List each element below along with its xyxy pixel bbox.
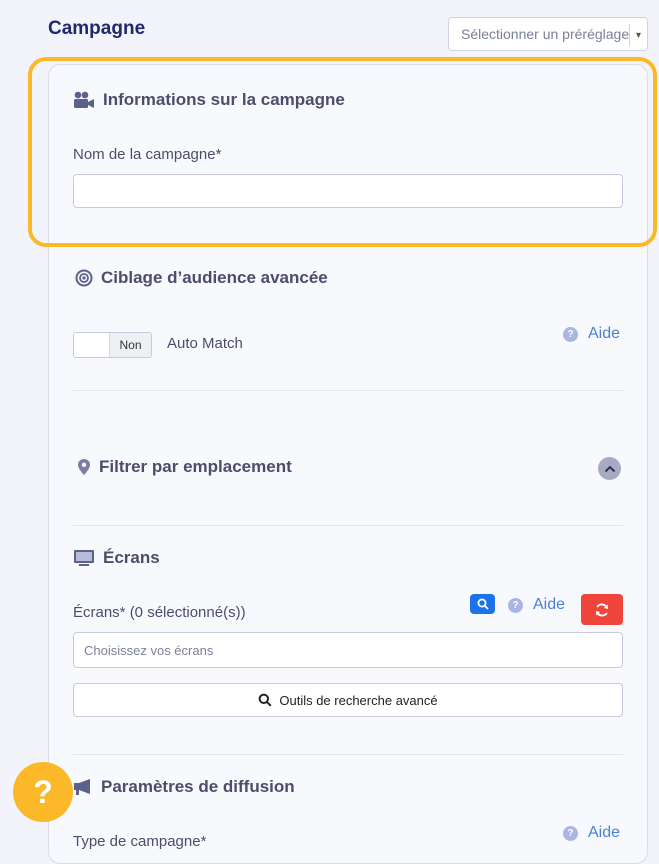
campaign-name-input[interactable] — [73, 174, 623, 208]
page-title: Campagne — [48, 18, 146, 39]
campaign-info-heading: Informations sur la campagne — [73, 90, 345, 110]
diffusion-title: Paramètres de diffusion — [101, 777, 295, 796]
screens-help-link[interactable]: ? Aide — [508, 596, 565, 614]
section-divider — [73, 525, 623, 526]
floating-help-button[interactable]: ? — [13, 762, 73, 822]
advanced-search-label: Outils de recherche avancé — [279, 692, 438, 708]
chevron-down-icon: ▾ — [629, 24, 647, 46]
diffusion-help-link[interactable]: ? Aide — [563, 824, 620, 842]
help-circle-icon: ? — [563, 326, 578, 342]
auto-match-label: Auto Match — [167, 335, 243, 352]
search-icon — [258, 693, 272, 707]
campaign-info-title: Informations sur la campagne — [103, 90, 345, 109]
collapse-location-button[interactable] — [598, 457, 621, 480]
search-screens-button[interactable] — [470, 594, 495, 614]
campaign-name-label: Nom de la campagne* — [73, 146, 222, 163]
diffusion-heading: Paramètres de diffusion — [73, 777, 295, 797]
help-circle-icon: ? — [508, 597, 523, 613]
audience-title: Ciblage d’audience avancée — [101, 268, 328, 287]
screens-input-placeholder: Choisissez vos écrans — [84, 642, 214, 658]
advanced-search-button[interactable]: Outils de recherche avancé — [73, 683, 623, 717]
question-mark-icon: ? — [33, 773, 53, 810]
chevron-up-icon — [604, 465, 616, 473]
help-label: Aide — [588, 824, 621, 841]
auto-match-toggle[interactable]: Non — [73, 332, 152, 358]
search-icon — [477, 598, 489, 610]
section-divider — [73, 754, 623, 755]
target-icon — [75, 269, 93, 287]
location-title: Filtrer par emplacement — [99, 457, 292, 476]
refresh-icon — [594, 602, 610, 618]
help-label: Aide — [533, 596, 566, 613]
preset-select-placeholder: Sélectionner un préréglage — [461, 26, 630, 42]
toggle-state-label: Non — [109, 333, 151, 357]
video-camera-icon — [73, 90, 95, 110]
audience-help-link[interactable]: ? Aide — [563, 325, 620, 343]
screens-heading: Écrans — [73, 548, 160, 568]
monitor-icon — [73, 549, 95, 567]
help-circle-icon: ? — [563, 825, 578, 841]
screens-input[interactable]: Choisissez vos écrans — [73, 632, 623, 668]
location-heading: Filtrer par emplacement — [77, 457, 292, 477]
audience-heading: Ciblage d’audience avancée — [75, 268, 328, 288]
screens-title: Écrans — [103, 548, 160, 567]
preset-select[interactable]: Sélectionner un préréglage ▾ — [448, 17, 648, 51]
map-pin-icon — [77, 458, 91, 476]
help-label: Aide — [588, 325, 621, 342]
section-divider — [73, 390, 623, 391]
campaign-type-label: Type de campagne* — [73, 833, 207, 850]
megaphone-icon — [73, 778, 93, 796]
reset-screens-button[interactable] — [581, 594, 623, 625]
screens-field-label: Écrans* (0 sélectionné(s)) — [73, 604, 246, 621]
